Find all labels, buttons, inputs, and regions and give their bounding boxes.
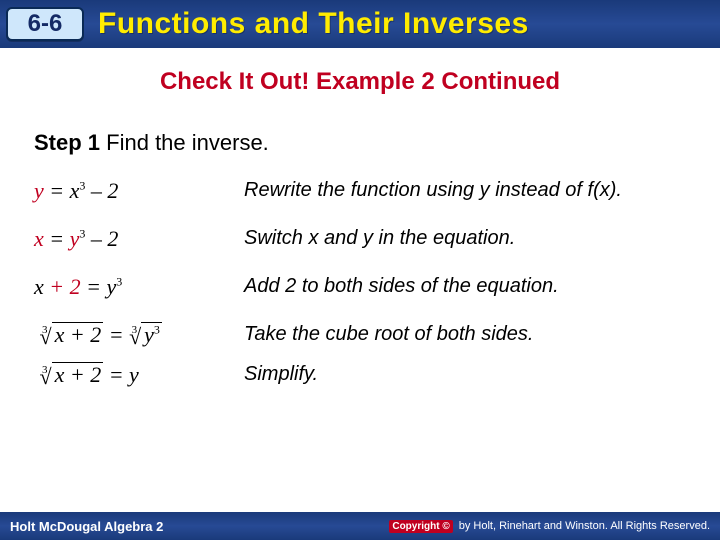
explanation: Simplify. [244,362,686,387]
equation-row: x + 2 = y3 Add 2 to both sides of the eq… [34,274,686,300]
step-heading: Step 1 Find the inverse. [34,130,686,156]
slide-footer: Holt McDougal Algebra 2 Copyright © by H… [0,512,720,540]
equation-row: 3√x + 2 =3√ y3 Take the cube root of bot… [34,322,686,348]
equation: 3√x + 2 =3√ y3 [34,322,244,348]
equation: x = y3 – 2 [34,226,244,252]
copyright-text: by Holt, Rinehart and Winston. All Right… [459,520,710,532]
copyright-badge: Copyright © [389,520,452,533]
explanation: Add 2 to both sides of the equation. [244,274,686,299]
slide-header: 6-6 Functions and Their Inverses [0,0,720,48]
footer-right: Copyright © by Holt, Rinehart and Winsto… [389,520,710,533]
equation: y = x3 – 2 [34,178,244,204]
slide-title: Functions and Their Inverses [98,7,720,41]
explanation: Take the cube root of both sides. [244,322,686,347]
footer-left: Holt McDougal Algebra 2 [10,519,163,534]
equation: 3√x + 2 = y [34,362,244,388]
equation-rows: y = x3 – 2 Rewrite the function using y … [34,178,686,388]
step-text: Find the inverse. [106,130,269,155]
equation-row: y = x3 – 2 Rewrite the function using y … [34,178,686,204]
slide-subtitle: Check It Out! Example 2 Continued [0,68,720,96]
explanation: Rewrite the function using y instead of … [244,178,686,203]
slide: 6-6 Functions and Their Inverses Check I… [0,0,720,540]
equation-row: x = y3 – 2 Switch x and y in the equatio… [34,226,686,252]
chapter-badge: 6-6 [6,7,84,41]
equation: x + 2 = y3 [34,274,244,300]
step-label: Step 1 [34,130,100,155]
explanation: Switch x and y in the equation. [244,226,686,251]
equation-row: 3√x + 2 = y Simplify. [34,362,686,388]
slide-body: Step 1 Find the inverse. y = x3 – 2 Rewr… [0,96,720,388]
